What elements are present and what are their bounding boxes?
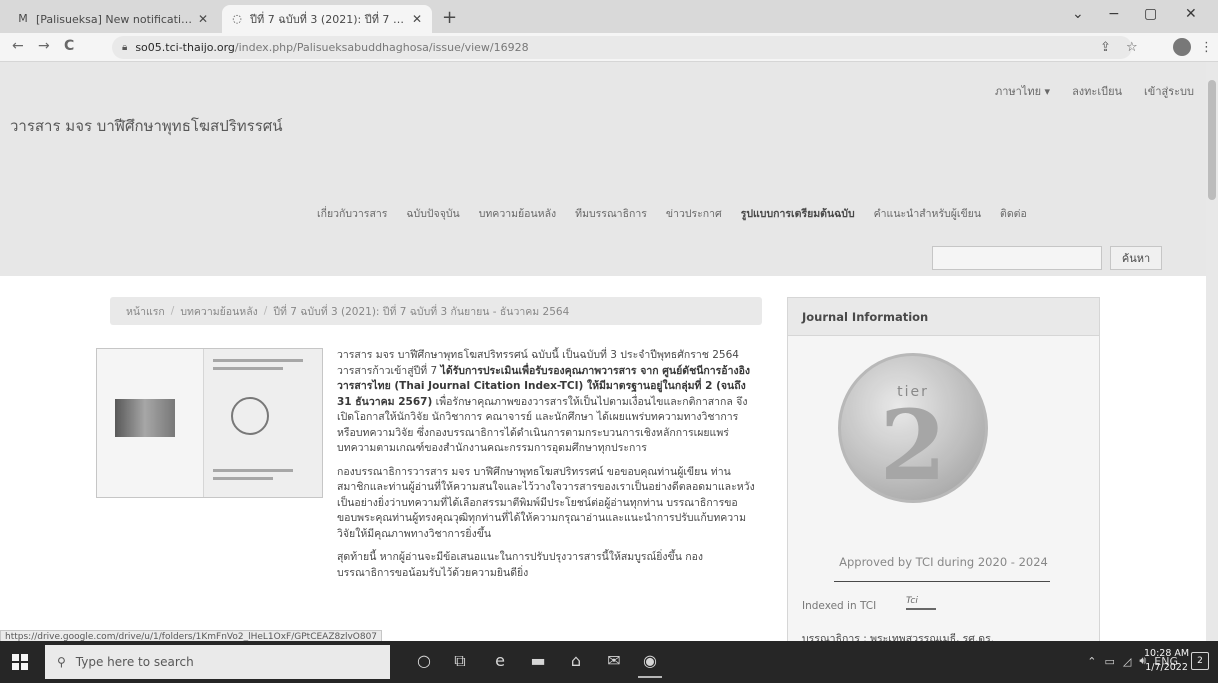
- clock-time: 10:28 AM: [1144, 648, 1190, 659]
- reload-icon[interactable]: C: [64, 38, 74, 54]
- tci-tier-medal: tier 2: [838, 353, 988, 503]
- tab-strip: M [Palisueksa] New notification fro ✕ ◌ …: [0, 0, 1218, 33]
- nav-archives[interactable]: บทความย้อนหลัง: [479, 205, 556, 222]
- breadcrumb-separator: /: [170, 305, 175, 317]
- share-icon[interactable]: ⇪: [1100, 40, 1111, 55]
- network-icon[interactable]: ◿: [1123, 655, 1131, 668]
- new-tab-button[interactable]: +: [442, 7, 457, 28]
- breadcrumb: หน้าแรก / บทความย้อนหลัง / ปีที่ 7 ฉบับท…: [110, 297, 762, 325]
- indexed-text: Indexed in TCI: [802, 600, 877, 612]
- language-menu[interactable]: ภาษาไทย ▾: [995, 82, 1050, 100]
- divider: [834, 581, 1050, 582]
- cover-photo: [115, 399, 175, 437]
- nav-current[interactable]: ฉบับปัจจุบัน: [406, 205, 459, 222]
- taskbar-clock[interactable]: 10:28 AM 1/7/2022: [1144, 647, 1189, 675]
- clock-date: 1/7/2022: [1145, 662, 1188, 673]
- medal-number: 2: [879, 389, 947, 502]
- taskbar: ⚲ Type here to search ○ ⧉ e ▬ ⌂ ✉ ◉ ⌃ ▭ …: [0, 641, 1218, 683]
- notification-badge[interactable]: 2: [1191, 652, 1209, 670]
- breadcrumb-separator: /: [263, 305, 268, 317]
- bookmark-star-icon[interactable]: ☆: [1126, 40, 1138, 55]
- windows-start-icon[interactable]: [12, 654, 28, 670]
- loading-icon: ◌: [232, 12, 242, 25]
- lock-icon: 🔒︎: [122, 42, 128, 53]
- url-host: so05.tci-thaijo.org: [135, 41, 235, 54]
- edge-icon[interactable]: e: [488, 651, 512, 670]
- battery-icon[interactable]: ▭: [1104, 655, 1114, 668]
- nav-editorial-team[interactable]: ทีมบรรณาธิการ: [575, 205, 647, 222]
- site-title[interactable]: วารสาร มจร บาฬีศึกษาพุทธโฆสปริทรรศน์: [10, 114, 283, 138]
- issue-cover-image[interactable]: [96, 348, 323, 498]
- status-url: https://drive.google.com/drive/u/1/folde…: [0, 630, 383, 641]
- minimize-button[interactable]: −: [1108, 6, 1120, 22]
- description-paragraph-2: กองบรรณาธิการวารสาร มจร บาฬีศึกษาพุทธโฆส…: [337, 465, 755, 540]
- approved-text: Approved by TCI during 2020 - 2024: [839, 555, 1048, 569]
- cover-text-line: [213, 477, 273, 480]
- search-button[interactable]: ค้นหา: [1110, 246, 1162, 270]
- description-paragraph-1: วารสาร มจร บาฬีศึกษาพุทธโฆสปริทรรศน์ ฉบั…: [337, 348, 757, 457]
- cover-text-line: [213, 359, 303, 362]
- nav-manuscript-format[interactable]: รูปแบบการเตรียมต้นฉบับ: [741, 205, 855, 222]
- scrollbar-thumb[interactable]: [1208, 80, 1216, 200]
- forward-icon[interactable]: →: [38, 38, 50, 54]
- close-tab-icon[interactable]: ✕: [196, 12, 210, 26]
- scrollbar[interactable]: [1206, 62, 1218, 641]
- cover-text-line: [213, 469, 293, 472]
- maximize-button[interactable]: ▢: [1144, 6, 1157, 22]
- close-window-button[interactable]: ✕: [1185, 6, 1197, 22]
- cover-text-line: [213, 367, 283, 370]
- chevron-up-icon[interactable]: ⌃: [1087, 655, 1096, 668]
- tab-search-icon[interactable]: ⌄: [1072, 6, 1084, 22]
- gmail-icon: M: [18, 12, 28, 25]
- nav-contact[interactable]: ติดต่อ: [1000, 205, 1027, 222]
- tci-logo[interactable]: Tci: [906, 596, 936, 610]
- site-header: ภาษาไทย ▾ ลงทะเบียน เข้าสู่ระบบ วารสาร ม…: [0, 62, 1206, 276]
- web-page: ภาษาไทย ▾ ลงทะเบียน เข้าสู่ระบบ วารสาร ม…: [0, 62, 1218, 641]
- tab-title: [Palisueksa] New notification fro: [36, 12, 196, 26]
- journal-information-panel: Journal Information tier 2 Approved by T…: [787, 297, 1100, 641]
- file-explorer-icon[interactable]: ▬: [526, 651, 550, 670]
- tab-gmail[interactable]: M [Palisueksa] New notification fro ✕: [8, 5, 218, 33]
- browser-toolbar: ← → C 🔒︎ so05.tci-thaijo.org/index.php/P…: [0, 33, 1218, 62]
- breadcrumb-home[interactable]: หน้าแรก: [126, 303, 165, 320]
- task-view-icon[interactable]: ⧉: [448, 651, 472, 671]
- main-nav: เกี่ยวกับวารสาร ฉบับปัจจุบัน บทความย้อนห…: [317, 205, 1027, 222]
- chrome-icon[interactable]: ◉: [638, 646, 662, 678]
- taskbar-search[interactable]: ⚲ Type here to search: [45, 645, 390, 679]
- tab-journal[interactable]: ◌ ปีที่ 7 ฉบับที่ 3 (2021): ปีที่ 7 ฉบับ…: [222, 5, 432, 33]
- url-path: /index.php/Palisueksabuddhaghosa/issue/v…: [234, 41, 529, 54]
- nav-about[interactable]: เกี่ยวกับวารสาร: [317, 205, 387, 222]
- nav-author-guidelines[interactable]: คำแนะนำสำหรับผู้เขียน: [874, 205, 981, 222]
- menu-kebab-icon[interactable]: ⋮: [1200, 40, 1213, 55]
- back-icon[interactable]: ←: [12, 38, 24, 54]
- close-tab-icon[interactable]: ✕: [410, 12, 424, 26]
- cover-logo: [231, 397, 269, 435]
- register-link[interactable]: ลงทะเบียน: [1072, 82, 1122, 100]
- search-icon: ⚲: [57, 655, 66, 669]
- breadcrumb-current: ปีที่ 7 ฉบับที่ 3 (2021): ปีที่ 7 ฉบับที…: [273, 305, 570, 318]
- user-nav: ภาษาไทย ▾ ลงทะเบียน เข้าสู่ระบบ: [995, 82, 1194, 100]
- tab-title: ปีที่ 7 ฉบับที่ 3 (2021): ปีที่ 7 ฉบับที…: [250, 13, 410, 26]
- issue-description: วารสาร มจร บาฬีศึกษาพุทธโฆสปริทรรศน์ ฉบั…: [337, 348, 757, 589]
- profile-avatar[interactable]: [1173, 38, 1191, 56]
- nav-announcements[interactable]: ข่าวประกาศ: [666, 205, 722, 222]
- cortana-icon[interactable]: ○: [412, 651, 436, 670]
- mail-icon[interactable]: ✉: [602, 651, 626, 670]
- editor-text: บรรณาธิการ : พระเทพสุวรรณเมธี, รศ.ดร.: [802, 633, 995, 641]
- search-input[interactable]: [932, 246, 1102, 270]
- panel-title: Journal Information: [788, 298, 1099, 336]
- login-link[interactable]: เข้าสู่ระบบ: [1144, 82, 1194, 100]
- breadcrumb-archives[interactable]: บทความย้อนหลัง: [180, 303, 257, 320]
- description-paragraph-3: สุดท้ายนี้ หากผู้อ่านจะมีข้อเสนอแนะในการ…: [337, 551, 704, 579]
- taskbar-search-placeholder: Type here to search: [75, 655, 194, 669]
- address-bar[interactable]: 🔒︎ so05.tci-thaijo.org/index.php/Palisue…: [112, 36, 1132, 59]
- store-icon[interactable]: ⌂: [564, 651, 588, 670]
